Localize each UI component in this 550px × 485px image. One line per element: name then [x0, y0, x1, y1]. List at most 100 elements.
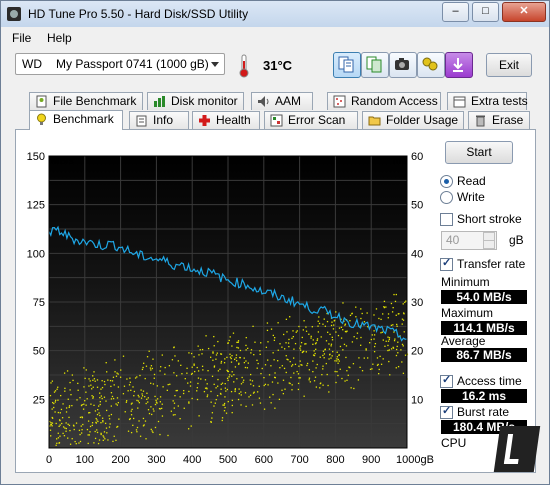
y-left-tick-label: 50 — [33, 346, 45, 358]
access-time-point — [324, 349, 326, 351]
access-time-point — [174, 355, 176, 357]
average-label: Average — [441, 334, 486, 348]
access-time-point — [207, 347, 210, 350]
access-time-point — [65, 430, 67, 432]
access-time-checkbox[interactable] — [440, 373, 453, 388]
burst-rate-checkbox[interactable] — [440, 404, 453, 419]
menu-help[interactable]: Help — [47, 31, 72, 45]
access-time-point — [322, 368, 324, 370]
spin-down-icon[interactable] — [483, 240, 495, 249]
drive-select[interactable]: WD My Passport 0741 (1000 gB) — [15, 53, 225, 75]
access-time-point — [250, 352, 252, 354]
tab-error-scan[interactable]: Error Scan — [264, 111, 358, 129]
copy-text-button[interactable] — [333, 52, 361, 78]
access-time-point — [54, 411, 56, 413]
tab-health[interactable]: Health — [192, 111, 260, 129]
access-time-point — [146, 398, 148, 400]
access-time-point — [313, 350, 315, 352]
access-time-point — [363, 357, 365, 359]
access-time-point — [322, 350, 325, 352]
access-time-point — [105, 427, 108, 429]
access-time-point — [333, 320, 335, 322]
window-title: HD Tune Pro 5.50 - Hard Disk/SSD Utility — [28, 7, 249, 21]
tab-benchmark[interactable]: Benchmark — [29, 110, 123, 130]
tab-aam[interactable]: AAM — [251, 92, 313, 110]
access-time-point — [205, 335, 207, 337]
access-time-point — [331, 355, 333, 357]
info-icon — [136, 115, 147, 127]
access-time-point — [309, 381, 311, 383]
access-time-point — [245, 336, 247, 339]
tab-info[interactable]: Info — [129, 111, 189, 129]
access-time-point — [393, 293, 395, 296]
access-time-point — [194, 370, 196, 373]
access-time-point — [98, 405, 100, 407]
tab-file-benchmark[interactable]: File Benchmark — [29, 92, 143, 110]
short-stroke-checkbox[interactable] — [440, 213, 453, 226]
access-time-point — [248, 396, 250, 398]
access-time-point — [96, 386, 99, 388]
access-time-point — [145, 365, 148, 367]
access-time-point — [227, 379, 229, 382]
folder-icon — [368, 116, 381, 126]
access-time-point — [387, 340, 390, 342]
access-time-point — [72, 424, 75, 426]
tab-disk-monitor[interactable]: Disk monitor — [147, 92, 244, 110]
access-time-point — [58, 442, 61, 444]
tab-folder-usage[interactable]: Folder Usage — [362, 111, 464, 129]
write-radio[interactable] — [440, 191, 453, 204]
maximize-button[interactable]: □ — [472, 2, 499, 22]
tab-erase[interactable]: Erase — [468, 111, 530, 129]
y-left-unit-label: MB/s — [51, 156, 74, 167]
access-time-point — [224, 387, 227, 389]
health-button[interactable] — [417, 52, 445, 78]
access-time-point — [373, 338, 375, 340]
transfer-rate-checkbox[interactable] — [440, 256, 453, 271]
access-time-point — [302, 329, 304, 331]
tab-random-access[interactable]: Random Access — [327, 92, 441, 110]
title-bar[interactable]: HD Tune Pro 5.50 - Hard Disk/SSD Utility… — [1, 1, 549, 27]
access-time-point — [270, 328, 273, 330]
access-time-point — [139, 435, 142, 437]
access-time-point — [115, 439, 117, 441]
access-time-point — [397, 365, 400, 368]
access-time-point — [388, 360, 390, 363]
minimize-button[interactable]: – — [442, 2, 469, 22]
access-time-point — [395, 314, 397, 316]
access-time-point — [312, 339, 314, 341]
access-time-point — [355, 306, 357, 308]
access-time-point — [239, 349, 242, 352]
copy-screenshot-button[interactable] — [361, 52, 389, 78]
access-time-point — [142, 390, 145, 392]
x-tick-label: 600 — [255, 454, 273, 466]
access-time-point — [247, 362, 249, 364]
access-time-point — [380, 363, 383, 365]
menu-file[interactable]: File — [12, 31, 31, 45]
access-time-point — [68, 405, 71, 407]
access-time-point — [316, 339, 318, 342]
access-time-point — [308, 377, 311, 379]
download-button[interactable] — [445, 52, 473, 78]
start-button[interactable]: Start — [445, 141, 513, 164]
access-time-point — [274, 337, 276, 339]
access-time-point — [109, 379, 112, 382]
exit-button[interactable]: Exit — [486, 53, 532, 77]
access-time-point — [100, 395, 103, 397]
tab-extra-tests[interactable]: Extra tests — [447, 92, 528, 110]
access-time-point — [150, 428, 152, 431]
access-time-point — [387, 336, 389, 338]
access-time-point — [197, 377, 200, 379]
access-time-point — [288, 382, 290, 384]
access-time-point — [291, 389, 293, 391]
stroke-spinner[interactable]: 40 — [441, 231, 497, 250]
access-time-point — [401, 361, 403, 363]
read-radio[interactable] — [440, 175, 453, 188]
access-time-point — [349, 314, 352, 317]
close-button[interactable]: ✕ — [502, 2, 546, 22]
access-time-point — [237, 347, 240, 349]
access-time-point — [114, 359, 116, 361]
access-time-point — [329, 333, 331, 336]
access-time-point — [114, 371, 116, 373]
access-time-point — [123, 385, 126, 387]
screenshot-button[interactable] — [389, 52, 417, 78]
